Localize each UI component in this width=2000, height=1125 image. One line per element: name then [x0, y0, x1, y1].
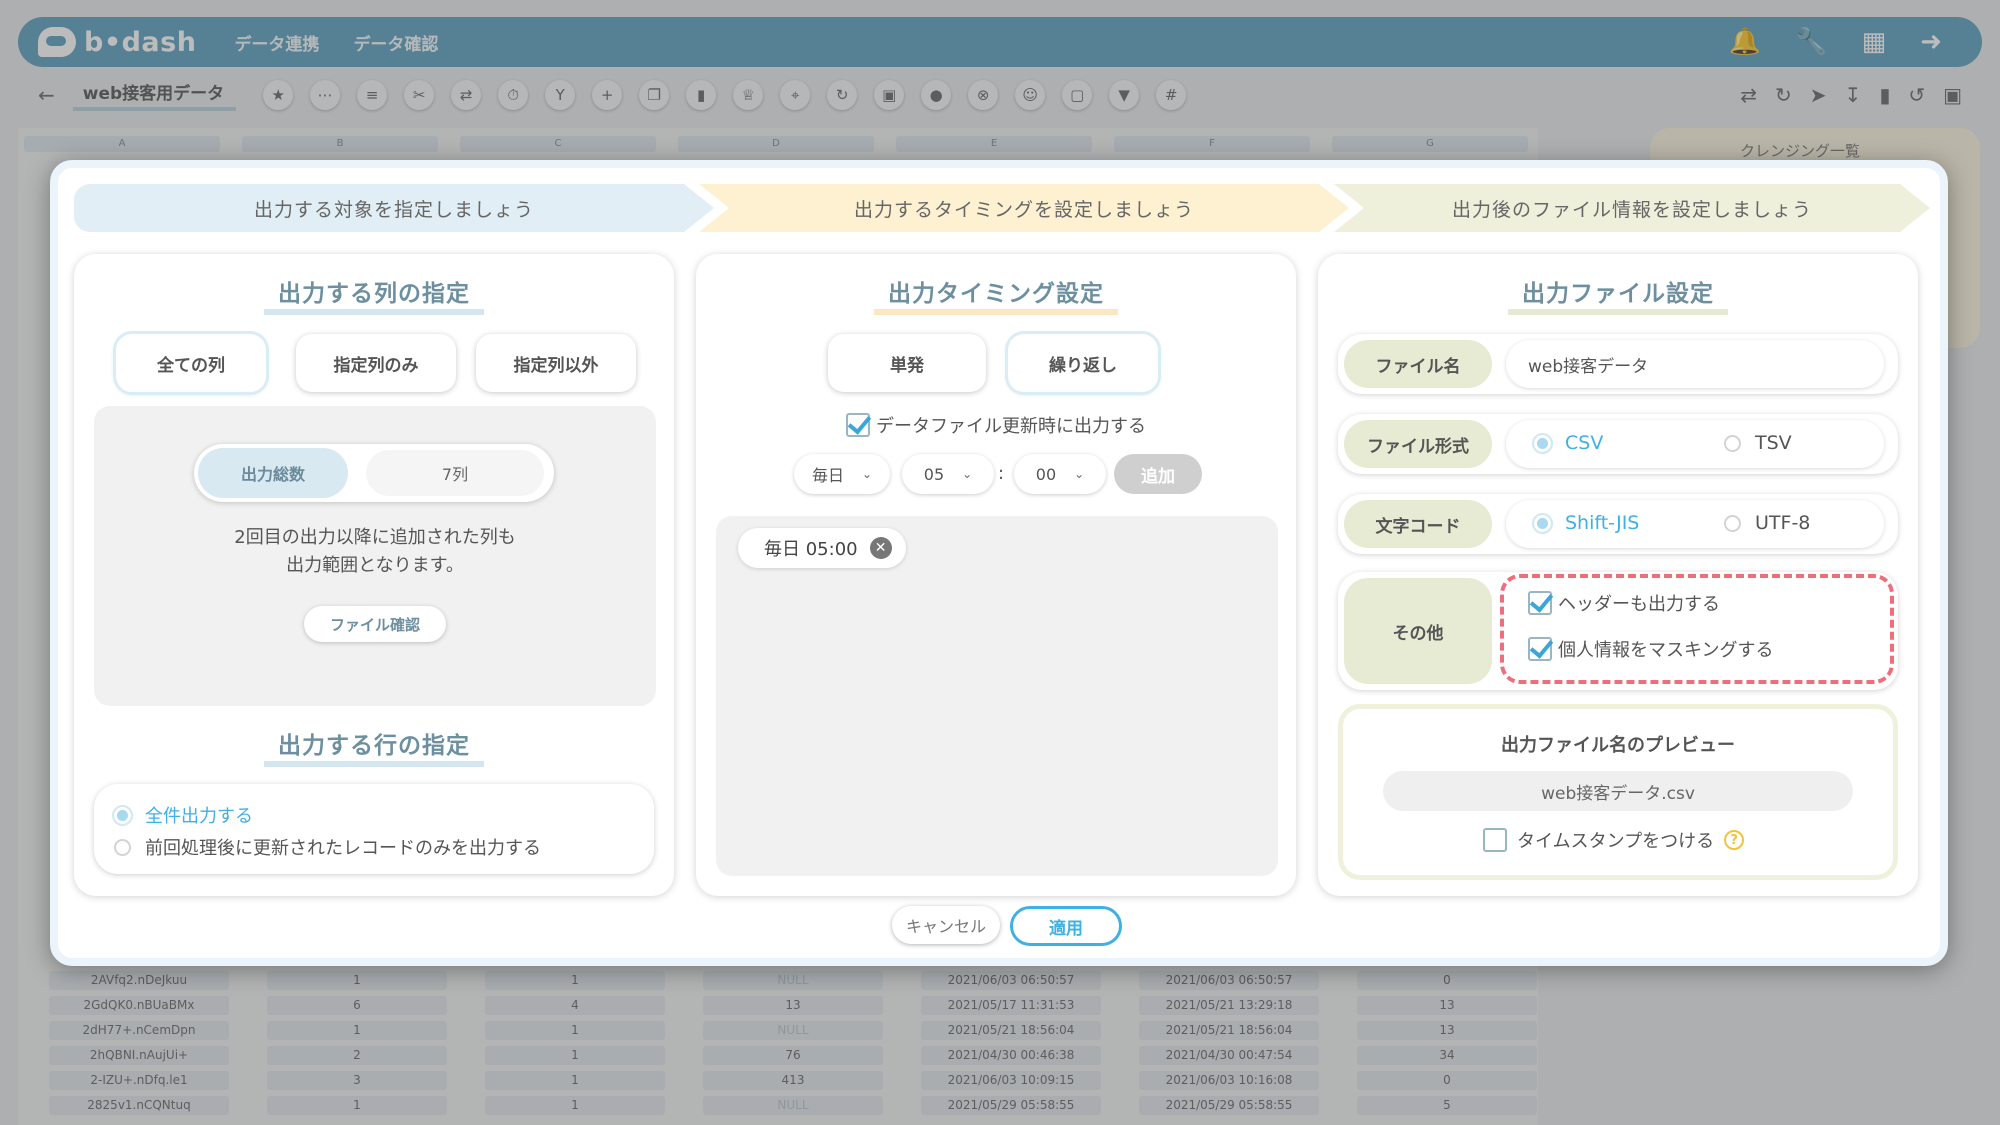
radio-all-rows-label: 全件出力する: [145, 806, 253, 827]
selected-columns-button[interactable]: 指定列のみ: [296, 334, 456, 392]
step-target: 出力する対象を指定しましょう: [74, 184, 714, 232]
update-trigger-label: データファイル更新時に出力する: [876, 416, 1146, 437]
chevron-down-icon: ⌄: [1074, 467, 1085, 481]
encoding-label: 文字コード: [1344, 500, 1492, 548]
other-label: その他: [1344, 578, 1492, 684]
output-rows-options: 全件出力する 前回処理後に更新されたレコードのみを出力する: [94, 784, 654, 874]
schedule-list: 毎日 05:00 ✕: [716, 516, 1278, 876]
format-tsv-label: TSV: [1755, 432, 1792, 454]
mask-personal-info-option[interactable]: 個人情報をマスキングする: [1528, 636, 1773, 662]
add-schedule-button[interactable]: 追加: [1114, 454, 1202, 494]
filename-label: ファイル名: [1344, 340, 1492, 388]
frequency-select[interactable]: 毎日 ⌄: [794, 454, 890, 494]
apply-button[interactable]: 適用: [1010, 906, 1122, 946]
question-icon[interactable]: ?: [1724, 830, 1745, 850]
output-settings-modal: 出力する対象を指定しましょう 出力するタイミングを設定しましょう 出力後のファイ…: [50, 160, 1948, 966]
step-file-info: 出力後のファイル情報を設定しましょう: [1334, 184, 1930, 232]
radio-selected-icon[interactable]: [114, 806, 131, 824]
radio-selected-icon[interactable]: [1534, 514, 1551, 532]
encoding-sjis-option[interactable]: Shift-JIS: [1534, 512, 1639, 534]
timing-title: 出力タイミング設定: [874, 281, 1118, 315]
file-format-label: ファイル形式: [1344, 420, 1492, 468]
radio-updated-rows-label: 前回処理後に更新されたレコードのみを出力する: [145, 838, 541, 859]
hour-value: 05: [923, 464, 945, 484]
single-run-button[interactable]: 単発: [828, 334, 986, 392]
radio-selected-icon[interactable]: [1534, 434, 1551, 452]
count-value: 7列: [366, 450, 544, 496]
format-csv-label: CSV: [1565, 432, 1604, 454]
output-columns-card: 出力する列の指定 全ての列 指定列のみ 指定列以外 出力総数 7列 2回目の出力…: [74, 254, 674, 896]
all-columns-button[interactable]: 全ての列: [116, 334, 266, 392]
frequency-value: 毎日: [811, 466, 844, 485]
repeat-button[interactable]: 繰り返し: [1008, 334, 1158, 392]
minute-value: 00: [1035, 464, 1057, 484]
except-columns-button[interactable]: 指定列以外: [476, 334, 636, 392]
step-indicator: 出力する対象を指定しましょう 出力するタイミングを設定しましょう 出力後のファイ…: [74, 184, 1930, 232]
time-separator: :: [998, 463, 1005, 484]
rows-title: 出力する行の指定: [264, 733, 484, 767]
hour-select[interactable]: 05 ⌄: [902, 454, 994, 494]
column-note-line1: 2回目の出力以降に追加された列も: [234, 527, 516, 548]
checkbox-checked-icon[interactable]: [846, 413, 870, 437]
timestamp-option[interactable]: タイムスタンプをつける ?: [1483, 827, 1745, 853]
preview-title: 出力ファイル名のプレビュー: [1501, 735, 1735, 756]
chevron-down-icon: ⌄: [962, 467, 973, 481]
column-note-line2: 出力範囲となります。: [286, 555, 464, 576]
column-count-panel: 出力総数 7列 2回目の出力以降に追加された列も 出力範囲となります。 ファイル…: [94, 406, 656, 706]
timestamp-label: タイムスタンプをつける: [1517, 831, 1715, 852]
output-file-card: 出力ファイル設定 ファイル名 web接客データ ファイル形式 CSV TSV 文…: [1318, 254, 1918, 896]
encoding-sjis-label: Shift-JIS: [1565, 512, 1640, 534]
minute-select[interactable]: 00 ⌄: [1014, 454, 1106, 494]
file-format-row: ファイル形式 CSV TSV: [1338, 414, 1898, 474]
format-tsv-option[interactable]: TSV: [1724, 432, 1792, 454]
header-output-option[interactable]: ヘッダーも出力する: [1528, 590, 1720, 616]
radio-all-rows[interactable]: 全件出力する: [114, 802, 253, 828]
preview-filename: web接客データ.csv: [1383, 771, 1853, 811]
filename-preview: 出力ファイル名のプレビュー web接客データ.csv タイムスタンプをつける ?: [1338, 704, 1898, 880]
encoding-utf8-label: UTF-8: [1755, 512, 1811, 534]
step-timing: 出力するタイミングを設定しましょう: [699, 184, 1349, 232]
mask-personal-info-label: 個人情報をマスキングする: [1558, 640, 1774, 661]
schedule-chip: 毎日 05:00 ✕: [738, 528, 906, 568]
encoding-utf8-option[interactable]: UTF-8: [1724, 512, 1810, 534]
other-options-row: その他 ヘッダーも出力する 個人情報をマスキングする: [1338, 572, 1898, 690]
radio-updated-rows[interactable]: 前回処理後に更新されたレコードのみを出力する: [114, 834, 541, 860]
radio-unselected-icon[interactable]: [114, 838, 131, 856]
cancel-button[interactable]: キャンセル: [892, 906, 1000, 944]
header-output-label: ヘッダーも出力する: [1558, 594, 1720, 615]
file-check-button[interactable]: ファイル確認: [304, 606, 446, 642]
chevron-down-icon: ⌄: [861, 467, 873, 481]
count-label: 出力総数: [198, 448, 348, 498]
close-icon[interactable]: ✕: [869, 537, 892, 559]
file-settings-title: 出力ファイル設定: [1508, 281, 1728, 315]
radio-unselected-icon[interactable]: [1724, 514, 1741, 532]
column-count-display: 出力総数 7列: [194, 444, 554, 502]
columns-title: 出力する列の指定: [264, 281, 484, 315]
filename-input[interactable]: web接客データ: [1506, 340, 1884, 388]
checkbox-checked-icon[interactable]: [1528, 637, 1552, 661]
filename-row: ファイル名 web接客データ: [1338, 334, 1898, 394]
output-timing-card: 出力タイミング設定 単発 繰り返し データファイル更新時に出力する 毎日 ⌄ 05…: [696, 254, 1296, 896]
update-trigger-option[interactable]: データファイル更新時に出力する: [846, 412, 1146, 438]
radio-unselected-icon[interactable]: [1724, 434, 1741, 452]
checkbox-unchecked-icon[interactable]: [1483, 828, 1507, 852]
schedule-chip-label: 毎日 05:00: [764, 539, 858, 560]
checkbox-checked-icon[interactable]: [1528, 591, 1552, 615]
encoding-row: 文字コード Shift-JIS UTF-8: [1338, 494, 1898, 554]
format-csv-option[interactable]: CSV: [1534, 432, 1603, 454]
